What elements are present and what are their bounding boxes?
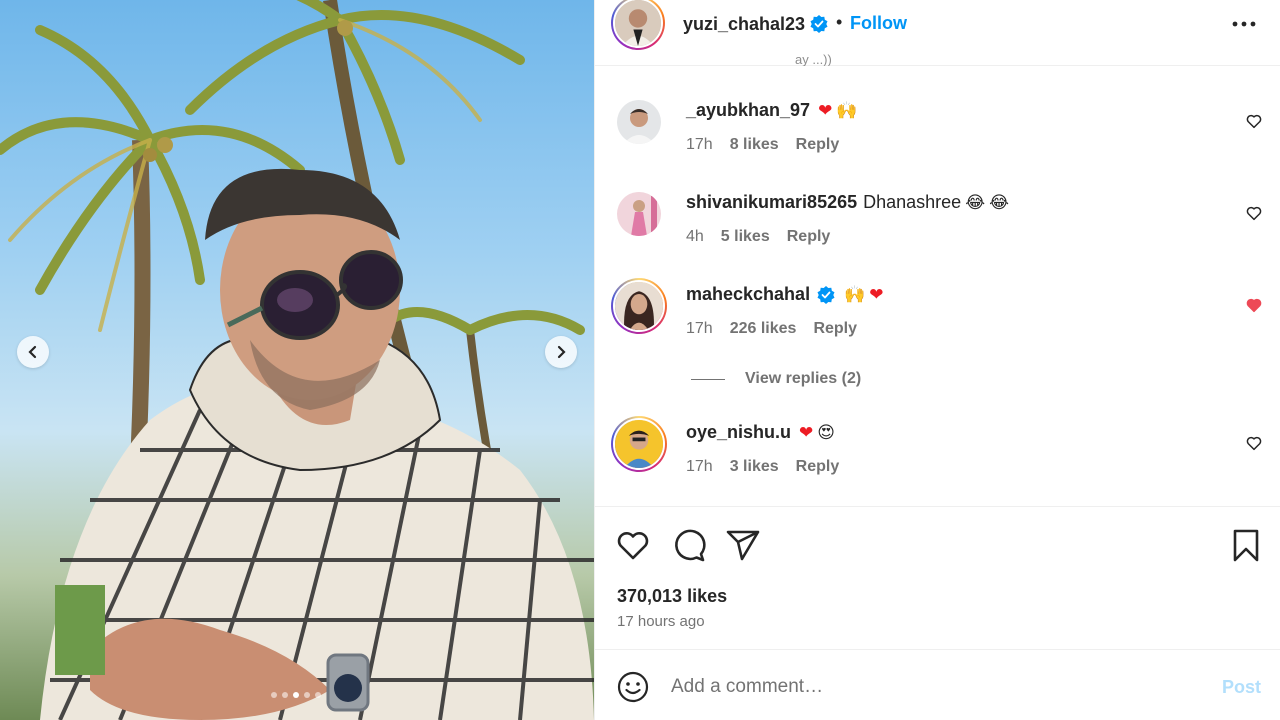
carousel-dot	[315, 692, 321, 698]
author-avatar[interactable]	[611, 0, 665, 50]
comment-emoji: ❤	[869, 284, 884, 305]
post-photo[interactable]	[0, 0, 594, 720]
comment-item: maheckchahal 🙌 ❤ 17h 226 likes Reply	[595, 278, 1280, 364]
comment-likes[interactable]: 226 likes	[730, 320, 797, 338]
commenter-avatar-image	[613, 280, 665, 332]
comment-meta: 17h 8 likes Reply	[686, 136, 839, 154]
comment-meta: 17h 226 likes Reply	[686, 320, 857, 338]
commenter-avatar-picture	[615, 420, 663, 468]
post-actions: 370,013 likes 17 hours ago	[595, 506, 1280, 649]
commenter-avatar-picture	[617, 192, 661, 236]
verified-badge-icon	[817, 285, 835, 304]
post-comment-button[interactable]: Post	[1222, 677, 1261, 698]
comment-input[interactable]	[671, 672, 1191, 702]
carousel-prev-button[interactable]	[17, 336, 49, 368]
comment-reply-button[interactable]: Reply	[787, 228, 831, 246]
comment-time[interactable]: 4h	[686, 228, 704, 246]
comment-time[interactable]: 17h	[686, 136, 713, 154]
comment-emoji: ❤	[799, 422, 814, 443]
comment-username[interactable]: _ayubkhan_97	[686, 100, 810, 121]
comment-text: Dhanashree	[863, 192, 962, 212]
comment-reply-button[interactable]: Reply	[813, 320, 857, 338]
post-likes-count[interactable]: 370,013 likes	[617, 586, 727, 607]
smiley-icon[interactable]	[617, 671, 649, 703]
comment-username[interactable]: shivanikumari85265	[686, 192, 857, 213]
comment-line: _ayubkhan_97 ❤ 🙌	[686, 100, 860, 121]
author-avatar-image	[613, 0, 663, 48]
photo-scene	[0, 0, 594, 720]
comment-item: shivanikumari85265 Dhanashree 😂 😂 4h 5 l…	[595, 192, 1280, 272]
view-replies-button[interactable]: View replies (2)	[691, 370, 861, 388]
comment-like-icon[interactable]	[1245, 434, 1263, 452]
comment-time[interactable]: 17h	[686, 320, 713, 338]
comment-username[interactable]: oye_nishu.u	[686, 422, 791, 443]
comment-item: _ayubkhan_97 ❤ 🙌 17h 8 likes Reply	[595, 100, 1280, 180]
commenter-avatar-picture	[617, 100, 661, 144]
comment-reply-button[interactable]: Reply	[796, 458, 840, 476]
follow-button[interactable]: Follow	[850, 13, 907, 34]
comment-liked-heart-icon[interactable]	[1245, 296, 1263, 314]
more-horizontal-icon[interactable]	[1229, 14, 1259, 34]
commenter-avatar[interactable]	[611, 278, 667, 334]
comment-username[interactable]: maheckchahal	[686, 284, 810, 305]
comment-line: oye_nishu.u ❤ 😍	[686, 422, 837, 443]
comment-likes[interactable]: 5 likes	[721, 228, 770, 246]
comment-time[interactable]: 17h	[686, 458, 713, 476]
share-icon[interactable]	[725, 527, 761, 563]
comment-meta: 4h 5 likes Reply	[686, 228, 830, 246]
comment-likes[interactable]: 8 likes	[730, 136, 779, 154]
bookmark-icon[interactable]	[1228, 527, 1264, 563]
comment-like-icon[interactable]	[1245, 112, 1263, 130]
comment-line: shivanikumari85265 Dhanashree 😂 😂	[686, 192, 1011, 213]
comment-emoji: ❤	[818, 100, 833, 121]
comment-likes[interactable]: 3 likes	[730, 458, 779, 476]
truncated-caption: ay ...))	[795, 52, 832, 66]
header-separator: •	[836, 12, 843, 32]
comment-reply-button[interactable]: Reply	[796, 136, 840, 154]
author-username[interactable]: yuzi_chahal23	[683, 14, 805, 35]
post-timestamp[interactable]: 17 hours ago	[617, 613, 705, 630]
author-avatar-picture	[615, 0, 661, 46]
heart-icon[interactable]	[615, 527, 651, 563]
comment-emoji: 🙌	[836, 100, 858, 121]
verified-badge-icon	[810, 15, 828, 33]
view-replies-label: View replies (2)	[745, 370, 862, 387]
comment-emoji: 😂	[965, 192, 986, 213]
comment-icon[interactable]	[671, 527, 707, 563]
commenter-avatar[interactable]	[611, 416, 667, 472]
carousel-dot	[271, 692, 277, 698]
chevron-left-icon	[28, 345, 37, 359]
comment-emoji: 😍	[817, 422, 836, 443]
carousel-next-button[interactable]	[545, 336, 577, 368]
replies-divider-line	[691, 378, 725, 380]
comment-emoji: 🙌	[844, 284, 866, 305]
commenter-avatar[interactable]	[617, 192, 661, 236]
post-header: yuzi_chahal23 • Follow ay ...))	[595, 0, 1280, 66]
chevron-right-icon	[557, 345, 566, 359]
commenter-avatar-image	[613, 418, 665, 470]
carousel-indicator	[271, 692, 321, 698]
comment-like-icon[interactable]	[1245, 204, 1263, 222]
comment-line: maheckchahal 🙌 ❤	[686, 284, 886, 305]
post-detail-panel: yuzi_chahal23 • Follow ay ...)) _ayubkha…	[594, 0, 1280, 720]
carousel-dot	[282, 692, 288, 698]
comment-item: oye_nishu.u ❤ 😍 17h 3 likes Reply	[595, 416, 1280, 502]
commenter-avatar-picture	[615, 282, 663, 330]
carousel-dot	[304, 692, 310, 698]
carousel-dot-active	[293, 692, 299, 698]
add-comment-bar: Post	[595, 649, 1280, 720]
comment-emoji: 😂	[989, 192, 1009, 213]
comment-meta: 17h 3 likes Reply	[686, 458, 839, 476]
commenter-avatar[interactable]	[617, 100, 661, 144]
